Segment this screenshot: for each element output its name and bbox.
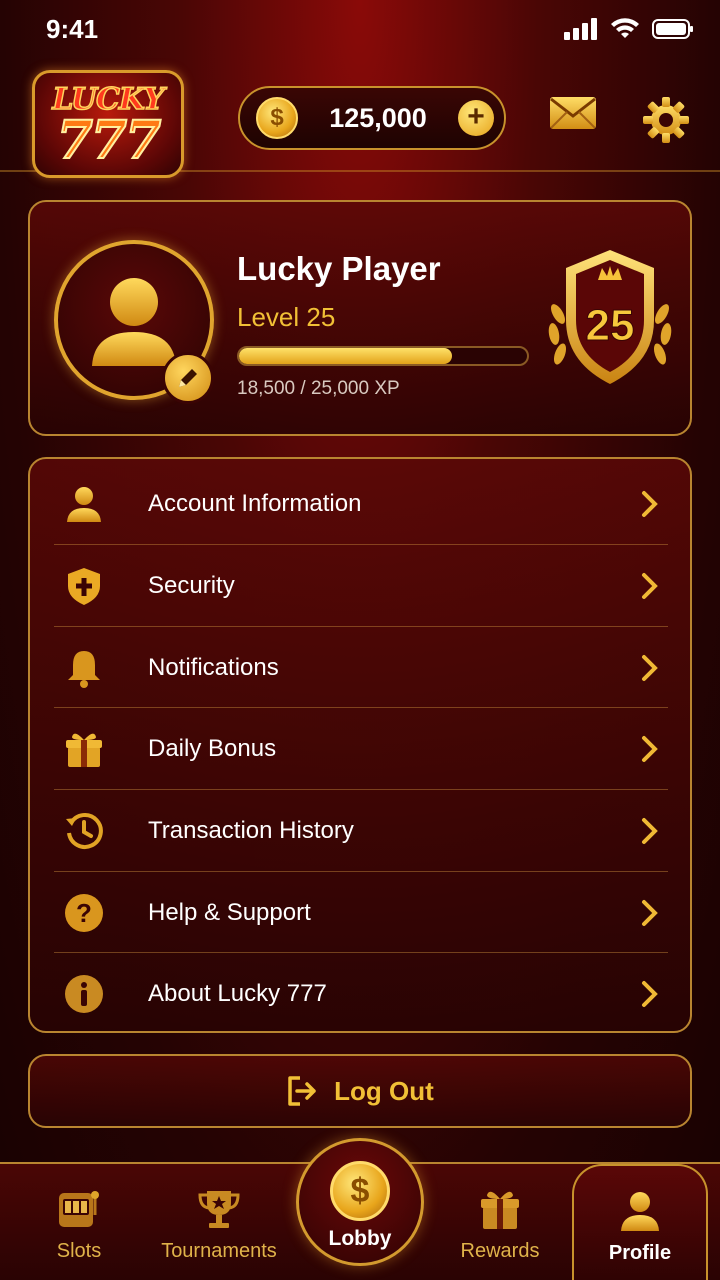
menu-item-notifications[interactable]: Notifications xyxy=(54,627,668,708)
svg-text:?: ? xyxy=(76,898,92,928)
help-icon: ? xyxy=(62,891,106,935)
signal-icon xyxy=(564,18,597,40)
nav-label: Profile xyxy=(608,1242,672,1264)
info-icon xyxy=(62,972,106,1016)
badge-level: 25 xyxy=(586,301,635,350)
menu-item-daily-bonus[interactable]: Daily Bonus xyxy=(54,708,668,789)
menu-item-transaction-history[interactable]: Transaction History xyxy=(54,790,668,871)
coin-icon: $ xyxy=(330,1161,390,1221)
chevron-right-icon xyxy=(642,490,658,517)
menu-item-security[interactable]: Security xyxy=(54,545,668,626)
mail-icon[interactable] xyxy=(548,94,598,132)
nav-label: Tournaments xyxy=(161,1240,277,1262)
coin-icon: $ xyxy=(256,97,298,139)
logout-label: Log Out xyxy=(334,1075,434,1106)
menu-item-label: Account Information xyxy=(148,489,362,517)
shield-icon xyxy=(62,564,106,608)
chevron-right-icon xyxy=(642,980,658,1007)
person-icon xyxy=(62,482,106,526)
xp-progress-fill xyxy=(239,348,453,364)
add-coins-button[interactable]: + xyxy=(458,100,494,136)
gift-icon xyxy=(62,727,106,771)
menu-item-label: Help & Support xyxy=(148,898,311,926)
menu-item-label: Transaction History xyxy=(148,816,354,844)
person-icon xyxy=(615,1186,665,1236)
xp-progress-bar xyxy=(237,346,529,366)
wifi-icon xyxy=(611,18,639,38)
lucky-777-logo[interactable]: LUCKY 777 xyxy=(32,70,184,178)
pencil-icon xyxy=(179,369,197,387)
gift-icon xyxy=(475,1184,525,1234)
menu-item-label: Daily Bonus xyxy=(148,734,277,762)
chevron-right-icon xyxy=(642,899,658,926)
coin-balance: 125,000 xyxy=(329,102,427,133)
chevron-right-icon xyxy=(642,817,658,844)
battery-icon xyxy=(652,19,693,39)
menu-item-label: About Lucky 777 xyxy=(148,979,327,1007)
menu-item-help-support[interactable]: ? Help & Support xyxy=(54,872,668,953)
nav-item-lobby[interactable]: $ Lobby xyxy=(296,1138,424,1266)
bell-icon xyxy=(62,646,106,690)
status-icons xyxy=(564,18,694,40)
menu-item-label: Security xyxy=(148,571,235,599)
status-time: 9:41 xyxy=(46,14,99,44)
chevron-right-icon xyxy=(642,572,658,599)
player-level: Level 25 xyxy=(237,302,336,332)
chevron-right-icon xyxy=(642,735,658,762)
menu-item-label: Notifications xyxy=(148,653,279,681)
menu-item-about[interactable]: About Lucky 777 xyxy=(54,953,668,1034)
gear-icon[interactable] xyxy=(642,96,690,144)
slot-machine-icon xyxy=(54,1184,104,1234)
logout-button[interactable]: Log Out xyxy=(28,1054,692,1128)
player-name: Lucky Player xyxy=(237,250,441,287)
nav-label: Lobby xyxy=(328,1227,392,1250)
trophy-icon xyxy=(194,1184,244,1234)
status-bar: 9:41 xyxy=(0,0,720,60)
edit-avatar-button[interactable] xyxy=(162,352,214,404)
xp-text: 18,500 / 25,000 XP xyxy=(237,378,400,399)
menu-item-account-information[interactable]: Account Information xyxy=(54,463,668,544)
chevron-right-icon xyxy=(642,654,658,681)
level-badge: 25 xyxy=(548,250,672,384)
nav-item-profile[interactable]: Profile xyxy=(572,1164,708,1280)
logout-icon xyxy=(288,1076,316,1106)
profile-card: Lucky Player Level 25 18,500 / 25,000 XP… xyxy=(28,200,692,436)
coin-balance-pill[interactable]: $ 125,000 + xyxy=(238,86,506,150)
nav-item-slots[interactable]: Slots xyxy=(22,1164,136,1280)
nav-profile-inner: Profile xyxy=(574,1186,706,1280)
nav-item-tournaments[interactable]: Tournaments xyxy=(152,1164,286,1280)
app-header: LUCKY 777 $ 125,000 + xyxy=(0,60,720,178)
nav-label: Rewards xyxy=(460,1240,540,1262)
nav-label: Slots xyxy=(56,1240,102,1262)
logo-number: 777 xyxy=(56,110,163,171)
settings-menu: Account Information Security Notificatio… xyxy=(28,457,692,1033)
history-icon xyxy=(62,809,106,853)
nav-item-rewards[interactable]: Rewards xyxy=(440,1164,560,1280)
